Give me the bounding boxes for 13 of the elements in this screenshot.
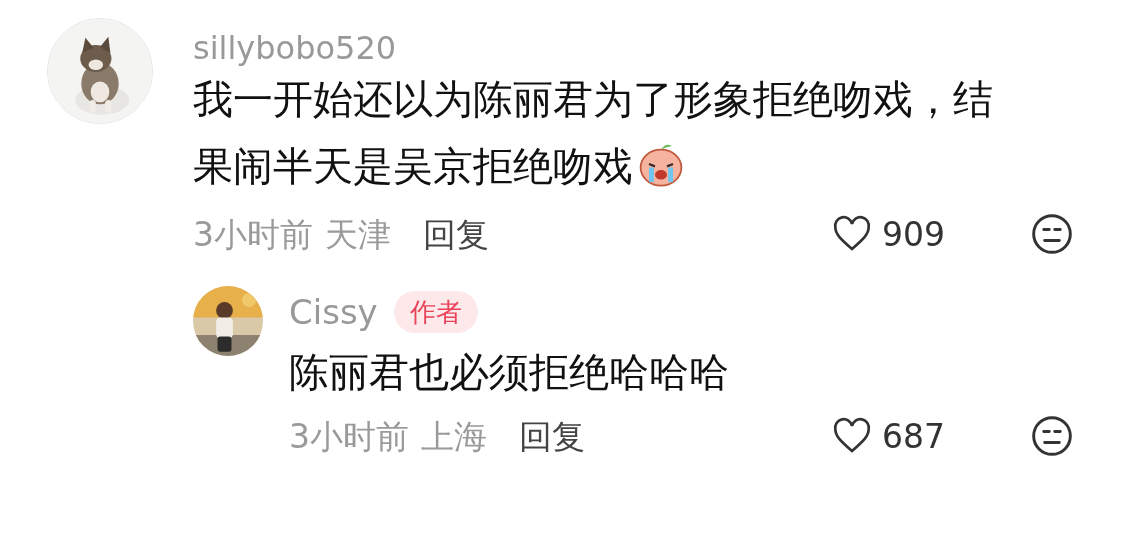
neutral-face-icon[interactable] [1030, 414, 1074, 458]
author-badge: 作者 [393, 291, 478, 333]
comment-time: 3小时前 [193, 217, 313, 251]
neutral-face-icon[interactable] [1030, 212, 1074, 256]
like-count: 687 [882, 419, 945, 453]
comment-location: 天津 [325, 217, 391, 251]
comment-location: 上海 [421, 419, 487, 453]
comment-text: 我一开始还以为陈丽君为了形象拒绝吻戏，结果闹半天是吴京拒绝吻戏 [193, 75, 994, 191]
comment-text: 陈丽君也必须拒绝哈哈哈 [289, 348, 730, 397]
like-count: 909 [882, 217, 945, 251]
reply-button[interactable]: 回复 [519, 419, 585, 453]
comment-time: 3小时前 [289, 419, 409, 453]
reply-button[interactable]: 回复 [423, 217, 489, 251]
